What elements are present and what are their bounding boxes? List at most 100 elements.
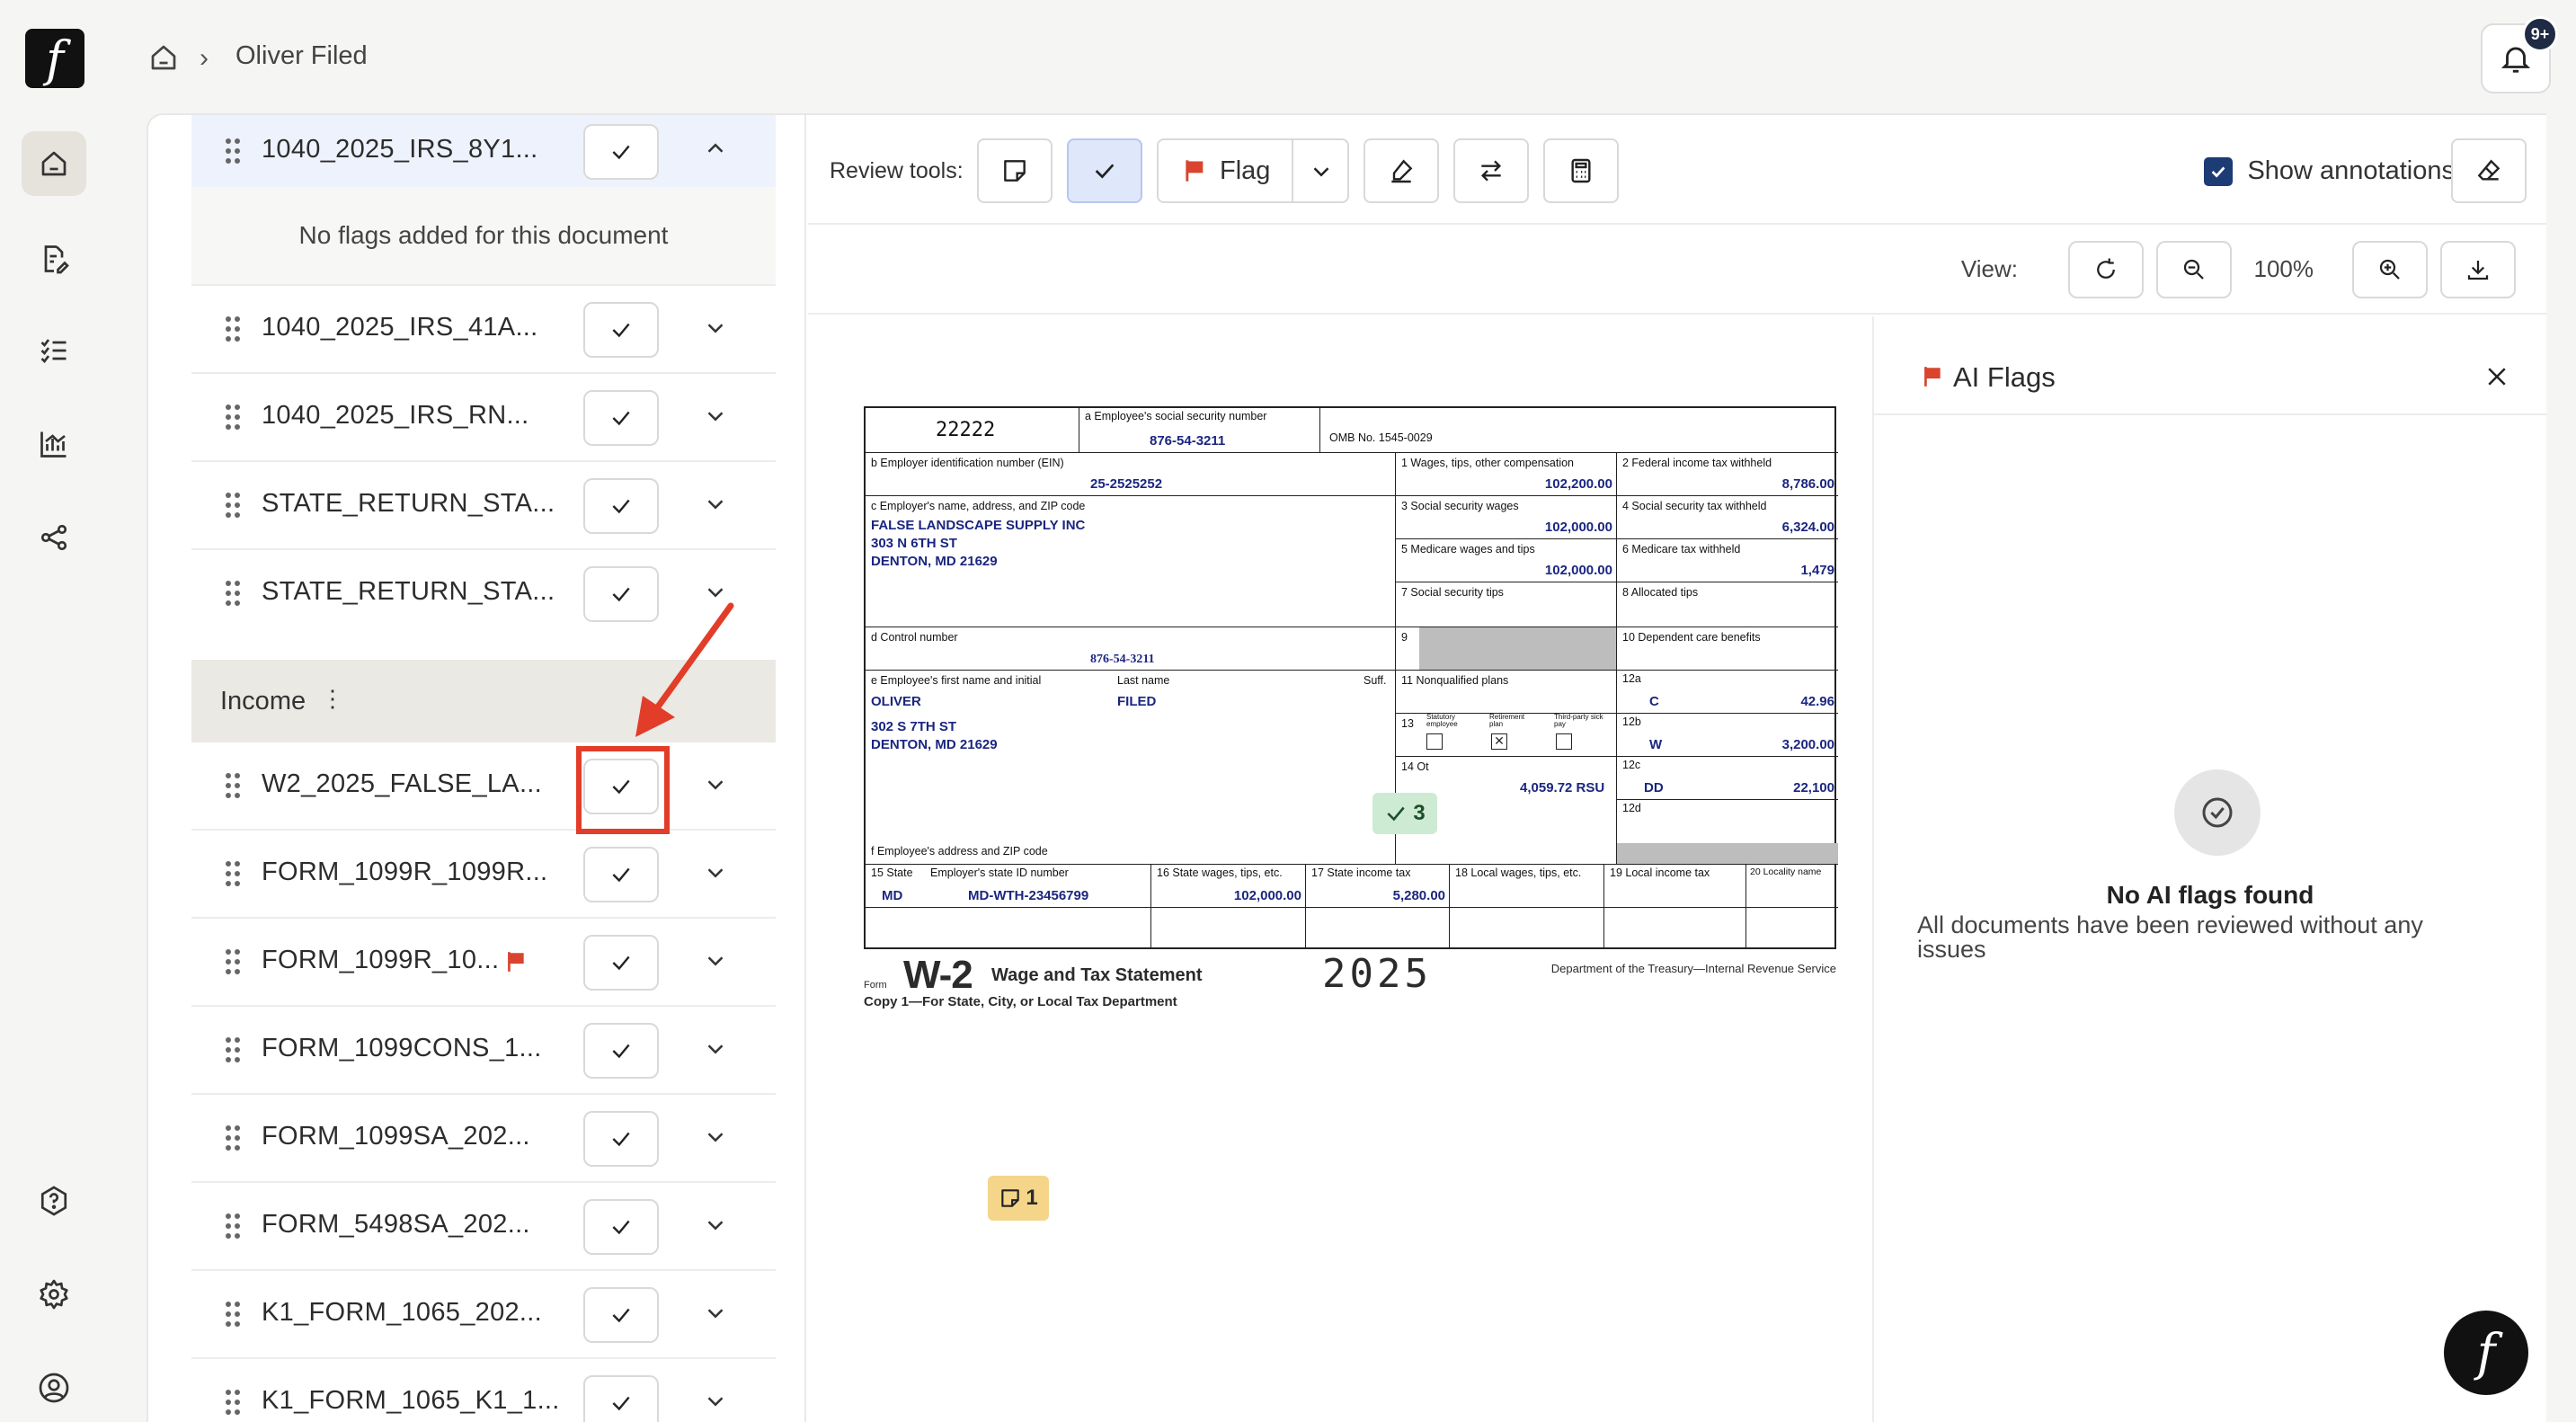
list-item[interactable]: K1_FORM_1065_K1_1... <box>191 1359 776 1422</box>
chevron-down-icon[interactable] <box>702 1212 729 1239</box>
w2-box-13: 13 Statutory employee Retirement plan Th… <box>1396 714 1617 757</box>
drag-handle-icon[interactable] <box>226 1302 244 1329</box>
sticky-note-annotation[interactable]: 1 <box>988 1176 1049 1221</box>
chevron-down-icon[interactable] <box>702 315 729 342</box>
list-item[interactable]: STATE_RETURN_STA... <box>191 462 776 550</box>
swap-button[interactable] <box>1453 138 1529 203</box>
w2-box-18: 18 Local wages, tips, etc. <box>1450 865 1604 908</box>
w2-box-a: a Employee's social security number 876-… <box>1079 408 1320 453</box>
drag-handle-icon[interactable] <box>226 949 244 976</box>
mark-reviewed-button[interactable] <box>583 302 659 358</box>
no-flags-message: No flags added for this document <box>191 187 776 286</box>
w2-label: 5 Medicare wages and tips <box>1401 543 1535 555</box>
mark-reviewed-button[interactable] <box>583 1375 659 1422</box>
kebab-menu-icon[interactable]: ⋮ <box>321 685 344 713</box>
chevron-down-icon[interactable] <box>702 1035 729 1062</box>
drag-handle-icon[interactable] <box>226 404 244 431</box>
w2-value: 102,000.00 <box>1544 563 1612 578</box>
list-item[interactable]: FORM_1099R_10... <box>191 919 776 1007</box>
rotate-button[interactable] <box>2068 241 2144 298</box>
chevron-down-icon[interactable] <box>702 771 729 798</box>
divider <box>1292 140 1293 201</box>
chevron-down-icon[interactable] <box>702 1300 729 1327</box>
ai-flags-title: AI Flags <box>1953 361 2056 393</box>
calculator-icon <box>1571 158 1591 183</box>
file-pen-icon[interactable] <box>22 227 86 291</box>
chevron-down-icon[interactable] <box>1308 158 1335 185</box>
drag-handle-icon[interactable] <box>226 1390 244 1417</box>
highlighter-button[interactable] <box>1364 138 1439 203</box>
check-annotation[interactable]: 3 <box>1372 793 1437 834</box>
chevron-down-icon[interactable] <box>702 859 729 886</box>
mark-reviewed-button[interactable] <box>583 478 659 534</box>
drag-handle-icon[interactable] <box>226 138 244 165</box>
check-tool-button[interactable] <box>1067 138 1142 203</box>
drag-handle-icon[interactable] <box>226 581 244 608</box>
chevron-down-icon[interactable] <box>702 947 729 974</box>
share-icon[interactable] <box>22 505 86 570</box>
w2-label: a Employee's social security number <box>1085 410 1267 422</box>
w2-value: 102,000.00 <box>1233 888 1301 903</box>
drag-handle-icon[interactable] <box>226 1125 244 1152</box>
chevron-down-icon[interactable] <box>702 1388 729 1415</box>
drag-handle-icon[interactable] <box>226 1213 244 1240</box>
mark-reviewed-button[interactable] <box>583 847 659 902</box>
drag-handle-icon[interactable] <box>226 1037 244 1064</box>
user-circle-icon[interactable] <box>22 1355 86 1420</box>
chart-icon[interactable] <box>22 412 86 476</box>
list-item[interactable]: 1040_2025_IRS_8Y1... <box>191 115 776 191</box>
chevron-down-icon[interactable] <box>702 1124 729 1151</box>
flag-button[interactable]: Flag <box>1157 138 1349 203</box>
w2-box-4: 4 Social security tax withheld 6,324.00 <box>1617 496 1838 539</box>
list-item[interactable]: FORM_1099CONS_1... <box>191 1007 776 1095</box>
w2-label: e Employee's first name and initial <box>871 674 1042 687</box>
close-icon[interactable] <box>2483 363 2510 390</box>
w2-label: Statutory employee <box>1426 713 1458 728</box>
list-item[interactable]: FORM_1099SA_202... <box>191 1095 776 1183</box>
sticky-note-button[interactable] <box>977 138 1053 203</box>
mark-reviewed-button[interactable] <box>583 935 659 991</box>
chevron-down-icon[interactable] <box>702 491 729 518</box>
list-item[interactable]: FORM_1099R_1099R... <box>191 831 776 919</box>
chevron-down-icon[interactable] <box>702 403 729 430</box>
review-area: Review tools: Flag Show annotations View… <box>808 115 2546 1422</box>
zoom-out-button[interactable] <box>2156 241 2232 298</box>
app-logo[interactable]: f <box>25 29 84 88</box>
w2-label: 12b <box>1622 715 1641 728</box>
download-button[interactable] <box>2440 241 2516 298</box>
list-item[interactable]: 1040_2025_IRS_RN... <box>191 374 776 462</box>
gear-icon[interactable] <box>22 1262 86 1327</box>
w2-checkbox <box>1426 733 1443 750</box>
assistant-button[interactable]: f <box>2444 1311 2528 1395</box>
drag-handle-icon[interactable] <box>226 316 244 343</box>
w2-value: 22,100 <box>1793 780 1834 795</box>
home-icon[interactable] <box>22 131 86 196</box>
w2-form-prefix: Form <box>864 980 887 991</box>
mark-reviewed-button[interactable] <box>583 390 659 446</box>
breadcrumb-home-icon[interactable] <box>147 41 180 74</box>
check-icon <box>612 1132 630 1147</box>
list-item[interactable]: K1_FORM_1065_202... <box>191 1271 776 1359</box>
calculator-button[interactable] <box>1543 138 1619 203</box>
mark-reviewed-button[interactable] <box>583 124 659 180</box>
chevron-up-icon[interactable] <box>702 135 729 162</box>
list-item[interactable]: W2_2025_FALSE_LA... <box>191 742 776 831</box>
help-icon[interactable] <box>22 1169 86 1233</box>
mark-reviewed-button[interactable] <box>583 1199 659 1255</box>
mark-reviewed-button[interactable] <box>583 1023 659 1079</box>
side-rail: f <box>0 0 117 1422</box>
list-item[interactable]: 1040_2025_IRS_41A... <box>191 286 776 374</box>
eraser-button[interactable] <box>2451 138 2527 203</box>
w2-employer-name: FALSE LANDSCAPE SUPPLY INC <box>871 518 1086 533</box>
mark-reviewed-button[interactable] <box>583 1111 659 1167</box>
drag-handle-icon[interactable] <box>226 493 244 520</box>
show-annotations-toggle[interactable]: Show annotations <box>2204 156 2455 186</box>
checkbox-checked-icon[interactable] <box>2204 156 2234 186</box>
notifications-button[interactable]: 9+ <box>2481 16 2558 93</box>
mark-reviewed-button[interactable] <box>583 1287 659 1343</box>
zoom-in-button[interactable] <box>2352 241 2428 298</box>
list-item[interactable]: FORM_5498SA_202... <box>191 1183 776 1271</box>
drag-handle-icon[interactable] <box>226 773 244 800</box>
drag-handle-icon[interactable] <box>226 861 244 888</box>
checklist-icon[interactable] <box>22 318 86 383</box>
